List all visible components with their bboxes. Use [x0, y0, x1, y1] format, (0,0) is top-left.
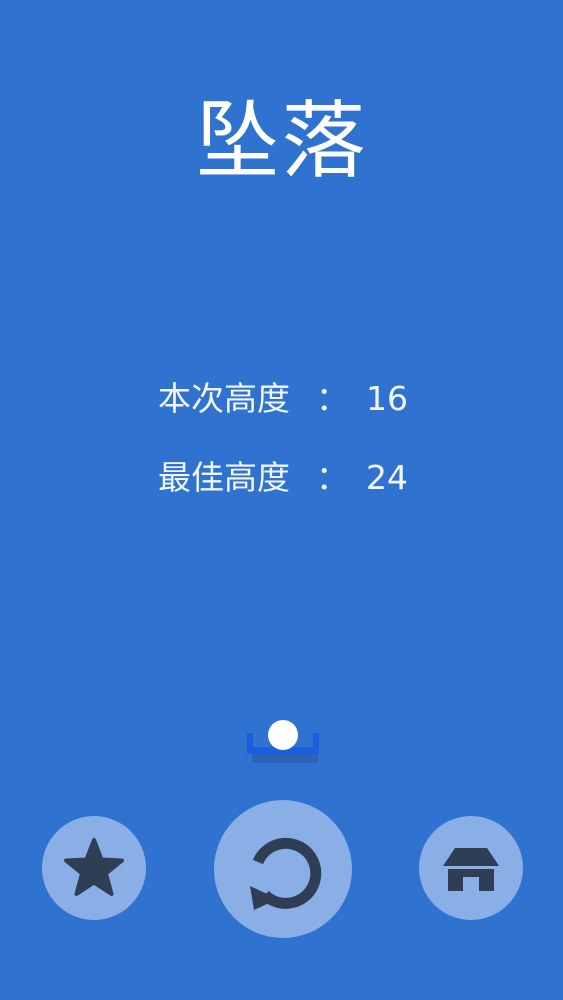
current-height-value: 16 [366, 379, 408, 418]
game-title: 坠落 [195, 92, 368, 190]
current-height-row: 本次高度 ： 16 [158, 377, 458, 421]
replay-icon [250, 837, 322, 910]
game-over-screen: 坠落 本次高度 ： 16 最佳高度 ： 24 [0, 0, 563, 1000]
rate-button[interactable] [42, 816, 146, 920]
home-button[interactable] [419, 816, 523, 920]
best-height-value: 24 [366, 458, 408, 497]
best-height-label: 最佳高度 [158, 458, 290, 497]
best-height-row: 最佳高度 ： 24 [158, 456, 458, 500]
star-icon [64, 838, 124, 896]
cup-right-wall [313, 733, 319, 754]
home-icon [443, 848, 499, 891]
current-height-label: 本次高度 [158, 379, 290, 418]
replay-button[interactable] [214, 800, 352, 938]
ball [268, 720, 298, 750]
current-height-colon: ： [316, 379, 349, 418]
best-height-colon: ： [316, 458, 349, 497]
